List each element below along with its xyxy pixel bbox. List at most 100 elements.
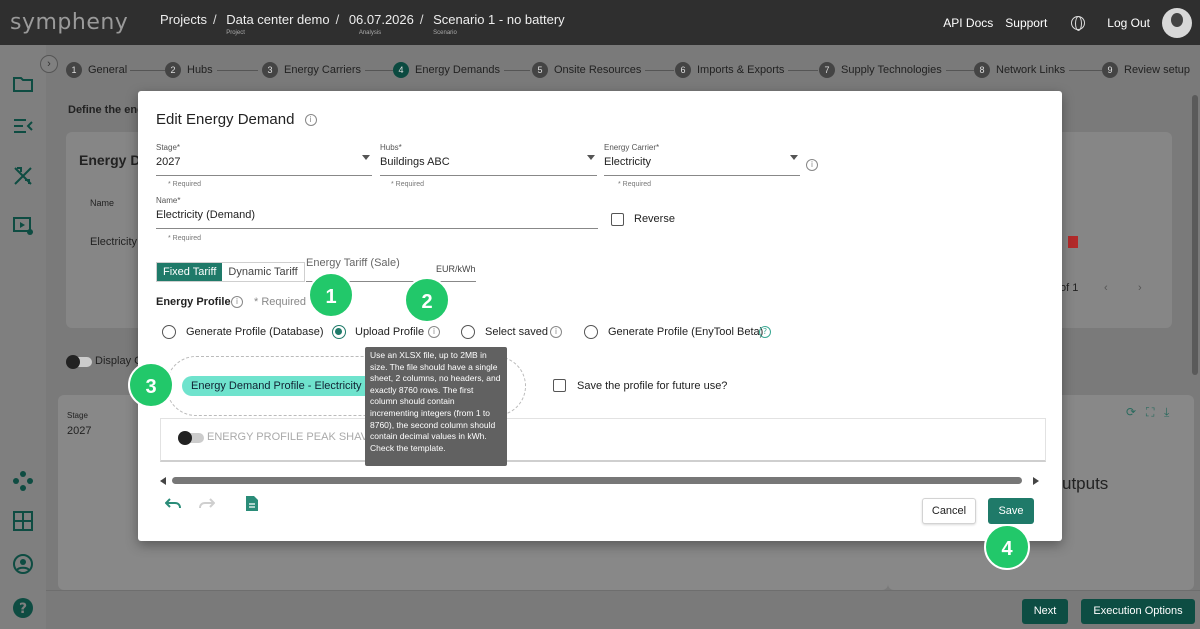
dialog-title: Edit Energy Demand i — [156, 111, 317, 128]
monitor-settings-icon[interactable] — [12, 215, 34, 237]
radio-generate-database[interactable] — [162, 325, 176, 339]
radio-generate-enytool-label: Generate Profile (EnyTool Beta) — [608, 326, 764, 338]
radio-generate-enytool[interactable] — [584, 325, 598, 339]
radio-generate-database-label: Generate Profile (Database) — [186, 326, 324, 338]
carrier-dropdown-icon — [790, 155, 798, 160]
display-toggle-label: Display G — [95, 355, 143, 367]
setup-stepper: 1 General 2 Hubs 3 Energy Carriers 4 Energy … — [66, 62, 1196, 80]
title-info-icon[interactable]: i — [304, 114, 317, 127]
annotation-badge-3: 3 — [128, 362, 174, 408]
breadcrumb-project[interactable]: Data center demo Project — [226, 12, 329, 36]
support-link[interactable]: Support — [1005, 16, 1047, 30]
hubs-select[interactable]: Hubs* Buildings ABC — [380, 143, 597, 176]
radio-select-saved[interactable] — [461, 325, 475, 339]
select-saved-info-icon[interactable]: i — [550, 326, 562, 338]
breadcrumb-analysis[interactable]: 06.07.2026 Analysis — [349, 12, 414, 36]
column-name: Name — [90, 198, 115, 208]
define-text: Define the ener — [68, 104, 148, 116]
hubs-dropdown-icon — [587, 155, 595, 160]
display-toggle[interactable] — [66, 355, 92, 369]
annotation-badge-4: 4 — [984, 524, 1030, 570]
fixed-tariff-tab[interactable]: Fixed Tariff — [157, 263, 223, 281]
execution-options-button[interactable]: Execution Options — [1081, 599, 1195, 624]
help-icon[interactable]: ? — [12, 597, 34, 619]
refresh-icon[interactable]: ⟳ — [1126, 405, 1136, 419]
next-button[interactable]: Next — [1022, 599, 1068, 624]
step-energy-demands[interactable]: 4 Energy Demands — [393, 62, 504, 78]
pager-prev-icon[interactable]: ‹ — [1104, 282, 1108, 294]
page-scrollbar[interactable] — [1192, 95, 1198, 375]
folder-icon[interactable] — [12, 73, 34, 95]
top-bar: sympheny Projects / Data center demo Proje… — [0, 0, 1200, 45]
stage-label: Stage — [67, 411, 88, 420]
avatar[interactable] — [1162, 7, 1192, 38]
save-button[interactable]: Save — [988, 498, 1034, 524]
uploaded-file-chip[interactable]: Energy Demand Profile - Electricity data — [182, 376, 378, 396]
carrier-info-icon[interactable]: i — [806, 159, 818, 171]
step-imports-exports[interactable]: 6 Imports & Exports — [675, 62, 789, 78]
download-icon[interactable]: ⤓ — [1164, 405, 1169, 420]
fullscreen-icon[interactable]: ⛶ — [1146, 405, 1154, 420]
step-energy-carriers[interactable]: 3 Energy Carriers — [262, 62, 366, 78]
radio-upload-profile[interactable] — [332, 325, 346, 339]
delete-icon[interactable] — [1068, 236, 1078, 248]
stage-value: 2027 — [67, 425, 92, 437]
step-review-setup[interactable]: 9 Review setup — [1102, 62, 1195, 78]
reverse-label: Reverse — [634, 213, 675, 225]
row-name: Electricity — [90, 236, 138, 248]
step-general[interactable]: 1 General — [66, 62, 127, 78]
step-onsite-resources[interactable]: 5 Onsite Resources — [532, 62, 646, 78]
upload-tooltip: Use an XLSX file, up to 2MB in size. The… — [365, 347, 507, 466]
network-icon[interactable] — [12, 470, 34, 492]
tariff-unit: EUR/kWh — [436, 264, 476, 274]
horizontal-scrollbar[interactable] — [172, 477, 1022, 484]
stage-dropdown-icon — [362, 155, 370, 160]
step-supply-technologies[interactable]: 7 Supply Technologies — [819, 62, 946, 78]
name-field[interactable]: Name* Electricity (Demand) — [156, 196, 598, 229]
scroll-right-icon[interactable] — [1033, 477, 1039, 485]
step-network-links[interactable]: 8 Network Links — [974, 62, 1070, 78]
pager-next-icon[interactable]: › — [1138, 282, 1142, 294]
expand-chevron-icon[interactable]: › — [40, 55, 58, 73]
annotation-badge-1: 1 — [308, 272, 354, 318]
upload-info-icon[interactable]: i — [428, 326, 440, 338]
undo-icon[interactable] — [164, 497, 181, 515]
api-docs-link[interactable]: API Docs — [943, 16, 993, 30]
redo-icon[interactable] — [199, 497, 216, 515]
energy-profile-info-icon[interactable]: i — [231, 296, 243, 308]
breadcrumb-projects[interactable]: Projects — [160, 12, 207, 27]
dynamic-tariff-tab[interactable]: Dynamic Tariff — [222, 263, 304, 281]
name-required: * Required — [168, 235, 202, 242]
outputs-title: utputs — [1062, 474, 1109, 493]
scroll-left-icon[interactable] — [160, 477, 166, 485]
annotation-badge-2: 2 — [404, 277, 450, 323]
energy-carrier-select[interactable]: Energy Carrier* Electricity — [604, 143, 800, 176]
stage-required: * Required — [168, 181, 202, 188]
hubs-required: * Required — [391, 181, 425, 188]
reverse-checkbox[interactable] — [611, 213, 624, 226]
user-circle-icon[interactable] — [12, 553, 34, 575]
save-for-future-checkbox[interactable] — [553, 379, 566, 392]
pager-text: of 1 — [1060, 282, 1079, 294]
grid-icon[interactable] — [12, 510, 34, 532]
peak-shaving-panel: ENERGY PROFILE PEAK SHAVING — [160, 418, 1046, 462]
save-for-future-label: Save the profile for future use? — [577, 380, 728, 392]
list-collapse-icon[interactable] — [12, 115, 34, 137]
language-globe-icon[interactable] — [1071, 15, 1086, 31]
enytool-help-icon[interactable]: ? — [759, 326, 771, 338]
logout-link[interactable]: Log Out — [1107, 16, 1150, 30]
radio-select-saved-label: Select saved — [485, 326, 548, 338]
tools-icon[interactable] — [12, 165, 34, 187]
peak-shaving-toggle[interactable] — [178, 431, 204, 445]
app-logo[interactable]: sympheny — [10, 10, 128, 35]
breadcrumb-scenario[interactable]: Scenario 1 - no battery Scenario — [433, 12, 565, 36]
energy-profile-label: Energy Profile — [156, 296, 231, 308]
stage-select[interactable]: Stage* 2027 — [156, 143, 372, 176]
breadcrumb: Projects / Data center demo Project/ 06.07… — [160, 12, 565, 36]
edit-energy-demand-dialog: Edit Energy Demand i Stage* 2027 * Requi… — [138, 91, 1062, 541]
step-hubs[interactable]: 2 Hubs — [165, 62, 217, 78]
tariff-toggle: Fixed Tariff Dynamic Tariff — [156, 262, 305, 282]
energy-profile-required: * Required — [254, 296, 306, 308]
document-icon[interactable] — [246, 496, 258, 515]
cancel-button[interactable]: Cancel — [922, 498, 976, 524]
